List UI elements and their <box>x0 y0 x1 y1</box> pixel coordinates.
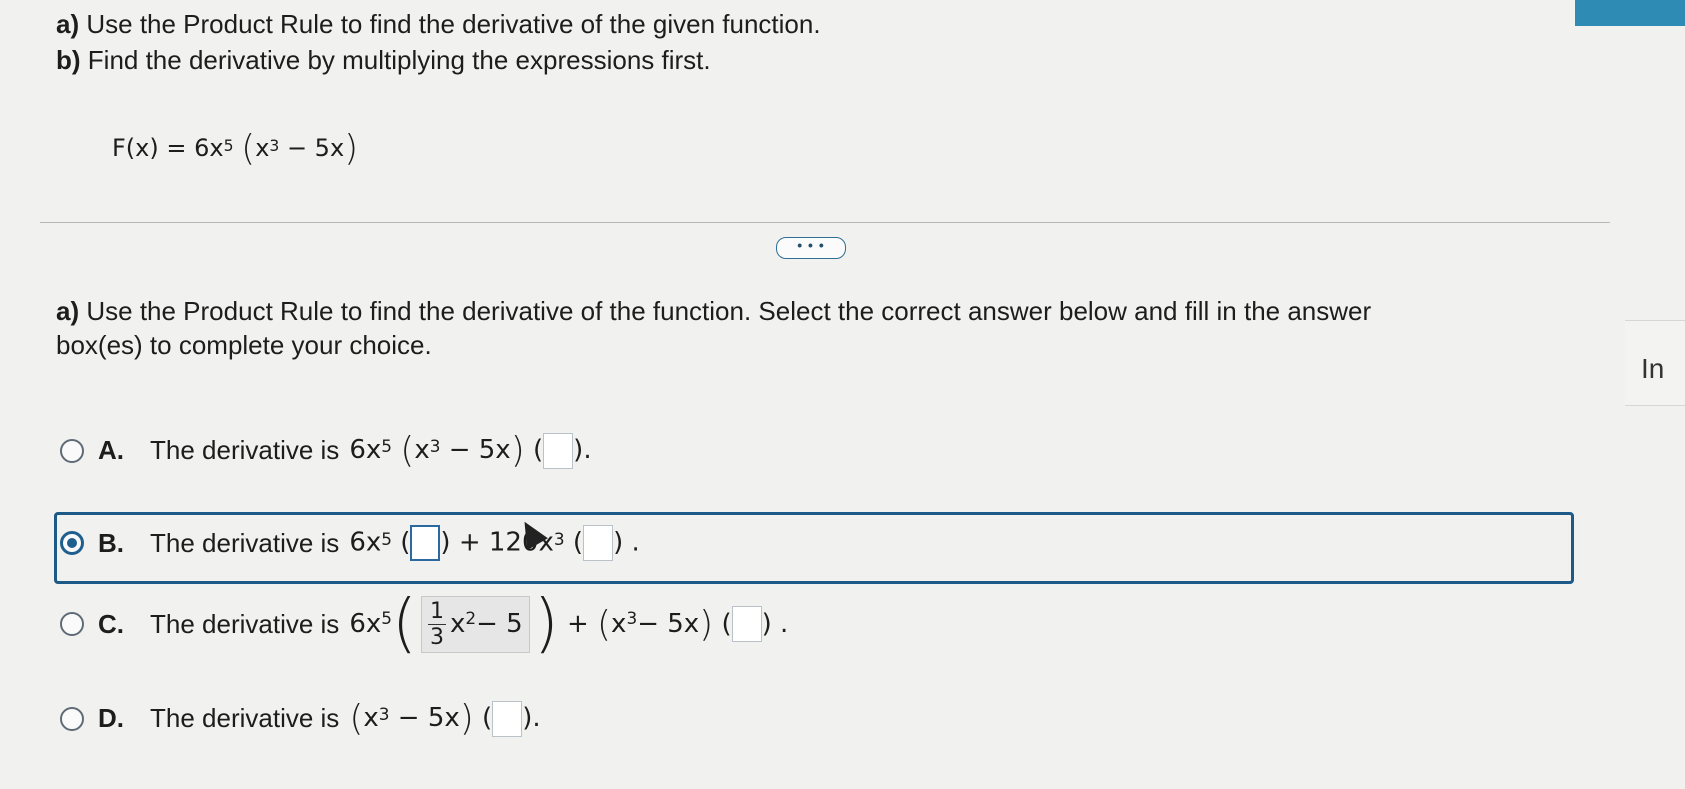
option-c-radio[interactable] <box>60 612 84 636</box>
instruction-text: Use the Product Rule to find the derivat… <box>56 296 1372 360</box>
option-b-answer-box-1[interactable] <box>410 525 441 561</box>
option-a[interactable]: A. The derivative is 6x5 (x3 − 5x) (). <box>60 430 592 471</box>
part-a-text: Use the Product Rule to find the derivat… <box>86 9 821 39</box>
option-d-radio[interactable] <box>60 706 84 731</box>
option-b-text: The derivative is <box>150 527 340 558</box>
option-c[interactable]: C. The derivative is 6x 5 ( 13 x2 − 5 ) +… <box>60 592 788 656</box>
side-panel-label: In <box>1641 353 1665 384</box>
option-b[interactable]: B. The derivative is 6x5 () + 120x3 () . <box>60 525 640 561</box>
option-d[interactable]: D. The derivative is (x3 − 5x) (). <box>60 698 541 739</box>
section-divider <box>40 222 1610 223</box>
option-c-text: The derivative is <box>150 608 340 639</box>
part-a-letter: a) <box>56 9 80 39</box>
question-part-b: b) Find the derivative by multiplying th… <box>56 44 711 76</box>
option-a-text: The derivative is <box>150 435 340 465</box>
option-b-letter: B. <box>98 527 124 558</box>
top-bar <box>1575 0 1685 26</box>
instruction-letter: a) <box>56 296 80 326</box>
question-part-a: a) Use the Product Rule to find the deri… <box>56 8 821 40</box>
part-b-letter: b) <box>56 45 81 75</box>
side-panel[interactable]: In <box>1625 320 1685 406</box>
part-b-text: Find the derivative by multiplying the e… <box>87 45 711 75</box>
option-b-answer-box-2[interactable] <box>583 525 614 561</box>
expand-button[interactable]: • • • <box>776 237 846 259</box>
option-d-letter: D. <box>98 703 124 733</box>
option-c-filled-box[interactable]: 13 x2 − 5 <box>420 595 530 653</box>
option-d-answer-box[interactable] <box>492 700 523 737</box>
option-a-letter: A. <box>98 435 124 465</box>
instruction: a) Use the Product Rule to find the deri… <box>56 294 1456 362</box>
option-b-radio[interactable] <box>60 531 84 555</box>
function-definition: F(x) = 6x5 (x3 − 5x) <box>112 128 359 169</box>
option-c-letter: C. <box>98 608 124 639</box>
option-a-answer-box[interactable] <box>543 432 574 469</box>
option-a-radio[interactable] <box>60 438 84 463</box>
option-c-answer-box[interactable] <box>731 606 762 642</box>
option-d-text: The derivative is <box>150 703 340 733</box>
